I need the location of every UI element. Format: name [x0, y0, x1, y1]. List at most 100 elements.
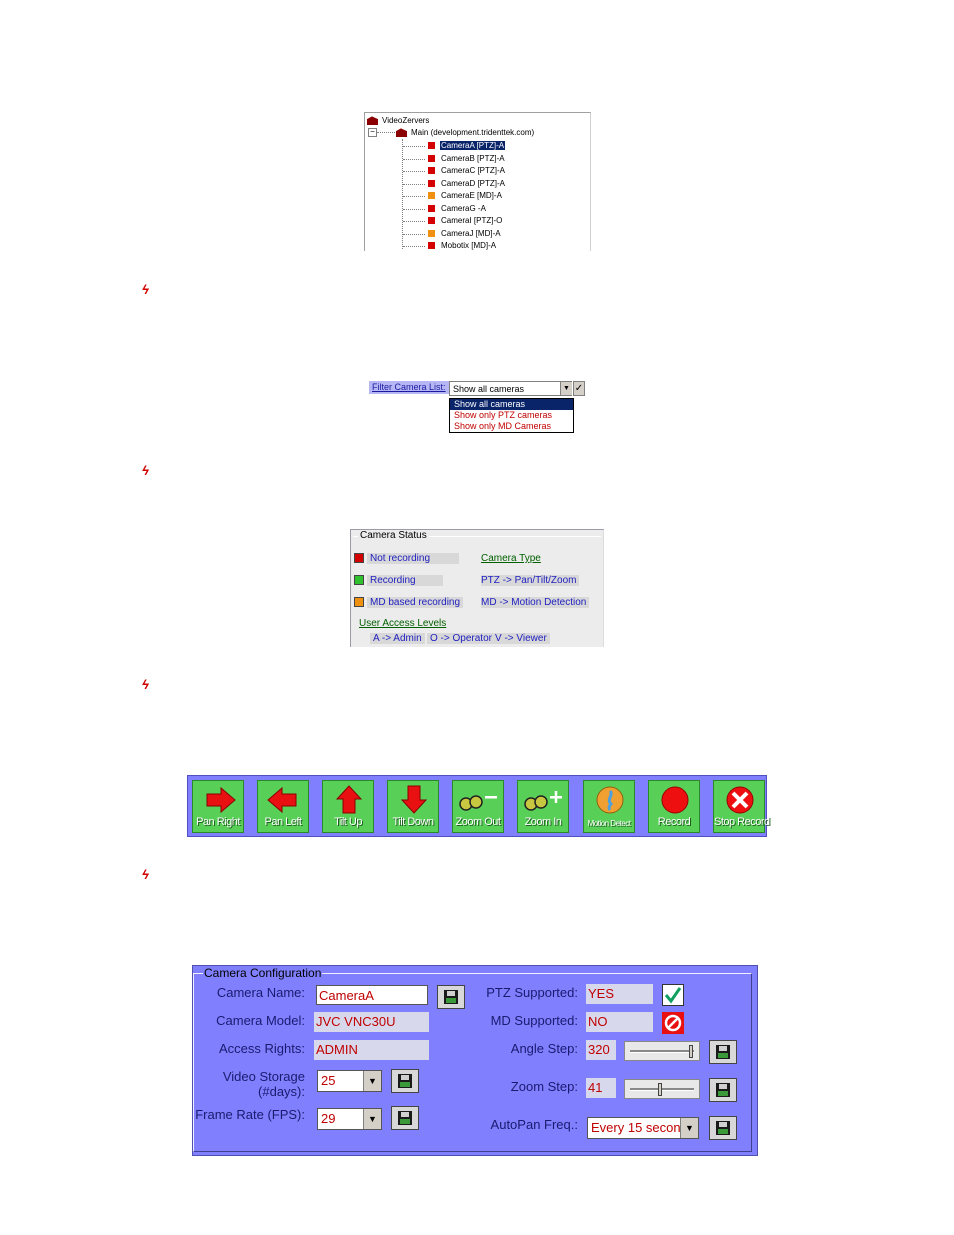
legend-recording: Recording: [354, 574, 443, 588]
video-servers-icon: [367, 116, 378, 126]
record-button[interactable]: Record: [648, 780, 700, 833]
stop-record-button[interactable]: Stop Record: [713, 780, 770, 833]
legend-not-recording: Not recording: [354, 552, 460, 566]
zoom-step-slider[interactable]: [624, 1079, 700, 1099]
tilt-down-button[interactable]: Tilt Down: [387, 780, 439, 833]
red-camera-icon: [428, 242, 435, 250]
tree-connector: [403, 233, 425, 235]
dropdown-arrow-icon[interactable]: ▼: [560, 382, 572, 395]
tree-camera-item[interactable]: CameraJ [MD]-A: [428, 228, 502, 239]
tree-root[interactable]: VideoZervers: [367, 115, 429, 126]
md-supported-label: MD Supported:: [490, 1013, 578, 1028]
arrow-up-icon: [335, 785, 363, 814]
save-autopan-button[interactable]: [709, 1116, 737, 1140]
no-entry-icon: [662, 1012, 684, 1034]
zoom-in-button[interactable]: Zoom In: [517, 780, 569, 833]
camera-model-value: JVC VNC30U: [314, 1012, 429, 1032]
md-supported-value: NO: [586, 1012, 653, 1032]
dropdown-arrow-icon[interactable]: ▼: [363, 1109, 381, 1129]
camera-type-heading: Camera Type: [481, 553, 541, 564]
access-rights-value: ADMIN: [314, 1040, 429, 1060]
filter-select[interactable]: Show all cameras: [449, 381, 572, 396]
tree-camera-label: CameraD [PTZ]-A: [441, 178, 506, 188]
zoom-out-button[interactable]: Zoom Out: [452, 780, 504, 833]
tree-camera-item[interactable]: CameraB [PTZ]-A: [428, 153, 506, 164]
filter-option[interactable]: Show only MD Cameras: [450, 421, 573, 432]
video-storage-select[interactable]: 25 ▼: [317, 1070, 382, 1092]
red-camera-icon: [428, 204, 435, 212]
floppy-disk-icon: [716, 1083, 730, 1097]
tree-connector: [403, 196, 425, 197]
orange-camera-icon: [428, 192, 435, 200]
tree-connector: [403, 221, 425, 222]
access-operator: O -> Operator: [427, 632, 495, 646]
camera-name-input[interactable]: CameraA: [316, 985, 428, 1005]
apply-filter-button[interactable]: ✓: [573, 381, 585, 396]
bullet-bolt-icon: ϟ: [142, 677, 149, 692]
slider-thumb[interactable]: [688, 1045, 693, 1058]
camera-tree[interactable]: VideoZervers − Main (development.trident…: [364, 112, 591, 251]
tree-camera-item[interactable]: CameraI [PTZ]-O: [428, 215, 503, 226]
collapse-icon[interactable]: −: [368, 128, 377, 137]
camera-configuration-panel: Camera Configuration Camera Name: Camera…: [192, 965, 758, 1156]
tree-camera-label: CameraJ [MD]-A: [441, 228, 501, 238]
dropdown-arrow-icon[interactable]: ▼: [363, 1071, 381, 1091]
tree-camera-item[interactable]: CameraA [PTZ]-A: [428, 140, 506, 151]
tree-camera-label: CameraC [PTZ]-A: [441, 166, 506, 175]
video-storage-label: Video Storage (#days):: [222, 1069, 305, 1099]
tree-camera-item[interactable]: CameraD [PTZ]-A: [428, 178, 506, 189]
floppy-disk-icon: [716, 1121, 730, 1135]
tree-connector: [377, 132, 395, 133]
save-angle-step-button[interactable]: [709, 1040, 737, 1064]
arrow-right-icon: [206, 786, 236, 814]
tree-connector: [403, 246, 425, 247]
save-zoom-step-button[interactable]: [709, 1078, 737, 1102]
filter-options-list[interactable]: Show all cameras Show only PTZ cameras S…: [449, 398, 574, 433]
ptz-description: PTZ -> Pan/Tilt/Zoom: [481, 574, 580, 588]
tree-server[interactable]: Main (development.tridenttek.com): [396, 127, 534, 138]
red-camera-icon: [428, 217, 435, 225]
tree-camera-item[interactable]: CameraC [PTZ]-A: [428, 165, 506, 176]
tree-connector: [403, 158, 425, 160]
camera-status-title: Camera Status: [358, 530, 429, 541]
green-square-icon: [354, 575, 364, 586]
zoom-step-value: 41: [586, 1078, 616, 1098]
bullet-bolt-icon: ϟ: [142, 867, 149, 882]
tree-camera-item[interactable]: CameraG -A: [428, 203, 487, 214]
save-frame-rate-button[interactable]: [391, 1106, 419, 1130]
tree-connector: [403, 208, 425, 210]
motion-detect-button[interactable]: Motion Detect: [583, 780, 635, 833]
server-icon: [396, 128, 407, 138]
frame-rate-select[interactable]: 29 ▼: [317, 1108, 382, 1130]
slider-thumb[interactable]: [657, 1083, 662, 1096]
angle-step-slider[interactable]: [624, 1041, 700, 1061]
camera-name-label: Camera Name:: [216, 985, 305, 1000]
md-description: MD -> Motion Detection: [481, 596, 590, 610]
stop-record-icon: [726, 786, 754, 814]
orange-square-icon: [354, 597, 364, 608]
tree-camera-item[interactable]: CameraE [MD]-A: [428, 190, 503, 201]
tree-camera-label: CameraG -A: [441, 203, 486, 213]
save-video-storage-button[interactable]: [391, 1069, 419, 1093]
zoom-step-label: Zoom Step:: [510, 1079, 578, 1094]
access-rights-label: Access Rights:: [219, 1041, 305, 1056]
arrow-left-icon: [267, 786, 297, 814]
pan-right-button[interactable]: Pan Right: [192, 780, 244, 833]
tree-camera-item[interactable]: Mobotix [MD]-A: [428, 240, 497, 251]
dropdown-arrow-icon[interactable]: ▼: [680, 1118, 698, 1138]
ptz-supported-label: PTZ Supported:: [486, 985, 578, 1000]
filter-option[interactable]: Show only PTZ cameras: [450, 410, 573, 421]
slider-track: [630, 1088, 694, 1091]
tilt-up-button[interactable]: Tilt Up: [322, 780, 374, 833]
pan-left-button[interactable]: Pan Left: [257, 780, 309, 833]
red-camera-icon: [428, 142, 435, 150]
autopan-freq-select[interactable]: Every 15 secon ▼: [587, 1117, 699, 1139]
floppy-disk-icon: [398, 1111, 412, 1125]
filter-option[interactable]: Show all cameras: [450, 399, 573, 410]
tree-camera-label: Mobotix [MD]-A: [441, 241, 497, 250]
floppy-disk-icon: [444, 990, 458, 1004]
bullet-bolt-icon: ϟ: [142, 463, 149, 478]
save-camera-name-button[interactable]: [437, 985, 465, 1009]
filter-camera-list-label: Filter Camera List:: [369, 381, 449, 394]
red-camera-icon: [428, 167, 435, 175]
